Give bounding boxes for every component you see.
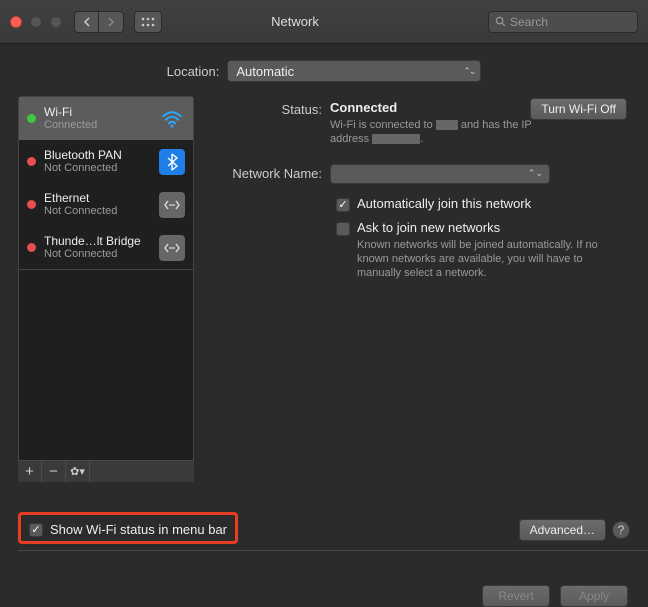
status-description: Wi-Fi is connected to and has the IP add… [330,118,550,146]
window-controls [10,16,62,28]
window-title: Network [102,14,488,29]
search-input[interactable]: Search [488,11,638,33]
details-panel: Turn Wi-Fi Off Status: Connected Wi-Fi i… [206,96,630,482]
network-name-select[interactable] [330,164,550,184]
network-name-label: Network Name: [206,164,330,184]
connection-sidebar: Wi-Fi Connected Bluetooth PAN Not Connec… [18,96,194,270]
add-connection-button[interactable]: + [18,461,42,482]
help-button[interactable]: ? [612,521,630,539]
sidebar-item-wifi[interactable]: Wi-Fi Connected [19,97,193,140]
auto-join-checkbox-row[interactable]: Automatically join this network [336,196,630,212]
minimize-icon[interactable] [30,16,42,28]
back-button[interactable] [74,11,99,33]
sidebar-item-ethernet[interactable]: Ethernet Not Connected [19,183,193,226]
maximize-icon[interactable] [50,16,62,28]
location-row: Location: Automatic [0,44,648,96]
sidebar-item-bluetooth[interactable]: Bluetooth PAN Not Connected [19,140,193,183]
revert-button[interactable]: Revert [482,585,550,607]
turn-wifi-off-button[interactable]: Turn Wi-Fi Off [530,98,627,120]
search-placeholder: Search [510,15,548,29]
wifi-icon [159,106,185,132]
status-label: Status: [206,100,330,146]
bluetooth-icon [159,149,185,175]
location-label: Location: [167,64,220,79]
status-dot-icon [27,243,36,252]
status-dot-icon [27,114,36,123]
show-status-checkbox[interactable] [29,523,43,537]
status-dot-icon [27,157,36,166]
show-status-label: Show Wi-Fi status in menu bar [50,522,227,537]
titlebar: Network Search [0,0,648,44]
highlight-show-status: Show Wi-Fi status in menu bar [18,512,238,544]
sidebar-toolbar: + − ✿▾ [18,460,194,482]
connection-settings-button[interactable]: ✿▾ [66,461,90,482]
checkbox-unchecked-icon[interactable] [336,222,350,236]
location-select[interactable]: Automatic [227,60,481,82]
close-icon[interactable] [10,16,22,28]
sidebar-item-thunderbolt[interactable]: Thunde…lt Bridge Not Connected [19,226,193,269]
apply-button[interactable]: Apply [560,585,628,607]
status-dot-icon [27,200,36,209]
thunderbolt-icon [159,235,185,261]
ask-join-checkbox-row[interactable]: Ask to join new networks Known networks … [336,220,630,280]
ethernet-icon [159,192,185,218]
checkbox-checked-icon[interactable] [336,198,350,212]
remove-connection-button[interactable]: − [42,461,66,482]
advanced-button[interactable]: Advanced… [519,519,606,541]
footer: Revert Apply [0,563,648,607]
